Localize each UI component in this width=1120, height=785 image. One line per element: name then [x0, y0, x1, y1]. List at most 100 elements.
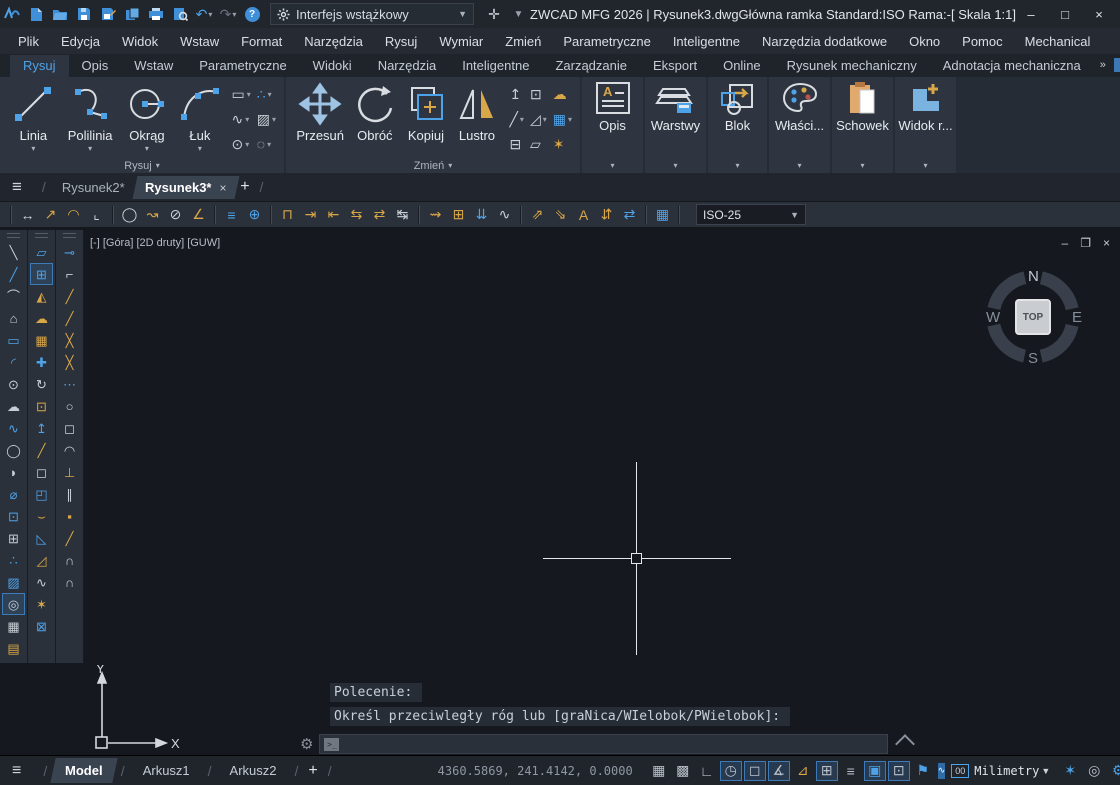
chevron-down-icon[interactable]: ▾: [245, 140, 249, 149]
line-tool-button[interactable]: Linia ▾: [5, 80, 62, 158]
explode-icon[interactable]: ✶▾: [550, 132, 575, 157]
dimension-arrange-icon[interactable]: ⇵: [595, 204, 618, 226]
rectangle-icon[interactable]: ▭▾: [229, 82, 254, 107]
close-button[interactable]: ×: [1084, 3, 1114, 25]
viewport-close-button[interactable]: ×: [1103, 236, 1110, 250]
ribbon-collapse-icon[interactable]: ▲: [1114, 58, 1120, 72]
join-icon[interactable]: ⌣: [30, 505, 53, 527]
menu-item[interactable]: Wymiar: [429, 31, 493, 52]
dimension-update-icon[interactable]: ⇄: [618, 204, 641, 226]
extension-snap-icon[interactable]: ⋯: [58, 373, 81, 395]
copy-tool-icon[interactable]: ⊞: [30, 263, 53, 285]
menu-item[interactable]: Pomoc: [952, 31, 1012, 52]
stretch-tool-icon[interactable]: ↥: [30, 417, 53, 439]
point-icon[interactable]: ∴: [2, 549, 25, 571]
dynamic-ucs-toggle[interactable]: ⊿: [792, 761, 814, 781]
ortho-toggle[interactable]: ∟: [696, 761, 718, 781]
dimension-tool-icon[interactable]: [214, 206, 216, 224]
compass-top-cube[interactable]: TOP: [1015, 299, 1051, 335]
frame-dimension-icon[interactable]: ⊞: [447, 204, 470, 226]
doc-tab-rysunek3[interactable]: Rysunek3* ×: [132, 176, 238, 199]
polar-tracking-toggle[interactable]: ◷: [720, 761, 742, 781]
chevron-down-icon[interactable]: ▾: [923, 161, 927, 170]
block-panel[interactable]: Blok ▾: [708, 77, 767, 173]
continue-dimension-icon[interactable]: ⇥: [299, 204, 322, 226]
ribbon-tab[interactable]: Eksport: [640, 55, 710, 77]
move-tool-icon[interactable]: ✚: [30, 351, 53, 373]
chevron-down-icon[interactable]: ▾: [145, 144, 149, 153]
snap-toggle[interactable]: ▩: [672, 761, 694, 781]
dimension-break-icon[interactable]: ↹: [391, 204, 414, 226]
chevron-down-icon[interactable]: ▾: [88, 144, 92, 153]
dimension-tool-icon[interactable]: [418, 206, 420, 224]
command-input[interactable]: >_: [319, 734, 888, 754]
properties-panel[interactable]: Właści... ▾: [769, 77, 830, 173]
help-icon[interactable]: ?: [240, 3, 264, 25]
ellipse-arc-icon[interactable]: ◗: [2, 461, 25, 483]
chevron-down-icon[interactable]: ▾: [272, 115, 276, 124]
expand-command-history-icon[interactable]: [895, 734, 915, 754]
node-snap-icon[interactable]: ▪: [58, 505, 81, 527]
align-icon[interactable]: ⊟▾: [506, 132, 526, 157]
chevron-down-icon[interactable]: ▾: [232, 10, 236, 19]
save-as-icon[interactable]: [96, 3, 120, 25]
draw-panel-footer[interactable]: Rysuj ▾: [0, 158, 284, 173]
spline-icon[interactable]: ∿▾: [229, 107, 254, 132]
grid-toggle[interactable]: ▦: [648, 761, 670, 781]
stagger-dimension-icon[interactable]: ⇄: [368, 204, 391, 226]
temporary-track-icon[interactable]: ⊸: [58, 241, 81, 263]
dimension-table-icon[interactable]: ▦: [651, 204, 674, 226]
menu-item[interactable]: Narzędzia: [294, 31, 373, 52]
menu-item[interactable]: Zmień: [495, 31, 551, 52]
ribbon-tab[interactable]: Inteligentne: [449, 55, 542, 77]
make-block-icon[interactable]: ⊞: [2, 527, 25, 549]
spline-tool-icon[interactable]: ∿: [2, 417, 25, 439]
snap-none-icon[interactable]: ∩: [58, 571, 81, 593]
redo-icon[interactable]: ↷▾: [216, 3, 240, 25]
layout-tab-arkusz1[interactable]: Arkusz1: [131, 758, 202, 783]
toolbar-grip[interactable]: [7, 233, 20, 238]
perpendicular-snap-icon[interactable]: ⊥: [58, 461, 81, 483]
viewport-label[interactable]: [-] [Góra] [2D druty] [GUW]: [90, 237, 220, 249]
units-value[interactable]: Milimetry: [974, 764, 1039, 778]
compass-south[interactable]: S: [1028, 350, 1038, 367]
view-panel[interactable]: Widok r... ▾: [895, 77, 956, 173]
array-tool-icon[interactable]: ▦: [30, 329, 53, 351]
compass-west[interactable]: W: [986, 309, 1000, 326]
donut-icon[interactable]: ◎: [2, 593, 25, 615]
chevron-down-icon[interactable]: ▾: [860, 161, 864, 170]
angular-dimension-icon[interactable]: ∠: [187, 204, 210, 226]
lengthen-icon[interactable]: ╱: [30, 439, 53, 461]
dimension-tool-icon[interactable]: [112, 206, 114, 224]
line-tool-icon[interactable]: ╲: [2, 241, 25, 263]
intersection-snap-icon[interactable]: ╳: [58, 329, 81, 351]
diameter-dimension-icon[interactable]: ⊘: [164, 204, 187, 226]
new-file-icon[interactable]: [24, 3, 48, 25]
ribbon-tab[interactable]: Opis: [69, 55, 122, 77]
mirror-tool-icon[interactable]: ◭: [30, 285, 53, 307]
chevron-down-icon[interactable]: ▾: [673, 161, 677, 170]
chevron-down-icon[interactable]: ▾: [568, 115, 572, 124]
hatch-icon[interactable]: ▨▾: [254, 107, 279, 132]
clipboard-panel[interactable]: Schowek ▾: [832, 77, 893, 173]
menu-item[interactable]: Plik: [8, 31, 49, 52]
save-icon[interactable]: [72, 3, 96, 25]
viewport-minimize-button[interactable]: –: [1062, 236, 1069, 250]
revcloud-tool-icon[interactable]: ☁: [2, 395, 25, 417]
jogged-dimension-icon[interactable]: ↝: [141, 204, 164, 226]
dimension-jogline-icon[interactable]: ∿: [493, 204, 516, 226]
ribbon-tab[interactable]: Rysuj: [10, 55, 69, 77]
snap-from-icon[interactable]: ⌐: [58, 263, 81, 285]
annotation-monitor-icon[interactable]: ⚑: [912, 761, 934, 781]
zwcad-status-badge[interactable]: ∿: [938, 763, 946, 779]
tangent-snap-icon[interactable]: ◠: [58, 439, 81, 461]
leader-icon[interactable]: ⇝: [424, 204, 447, 226]
revcloud-edit-icon[interactable]: ☁▾: [550, 82, 575, 107]
menu-item[interactable]: Edycja: [51, 31, 110, 52]
construction-line-icon[interactable]: ╱: [2, 263, 25, 285]
chevron-down-icon[interactable]: ▼: [1041, 766, 1050, 776]
chevron-down-icon[interactable]: ▾: [208, 10, 212, 19]
open-file-icon[interactable]: [48, 3, 72, 25]
chevron-down-icon[interactable]: ▾: [31, 144, 35, 153]
toolbar-grip[interactable]: [63, 233, 76, 238]
